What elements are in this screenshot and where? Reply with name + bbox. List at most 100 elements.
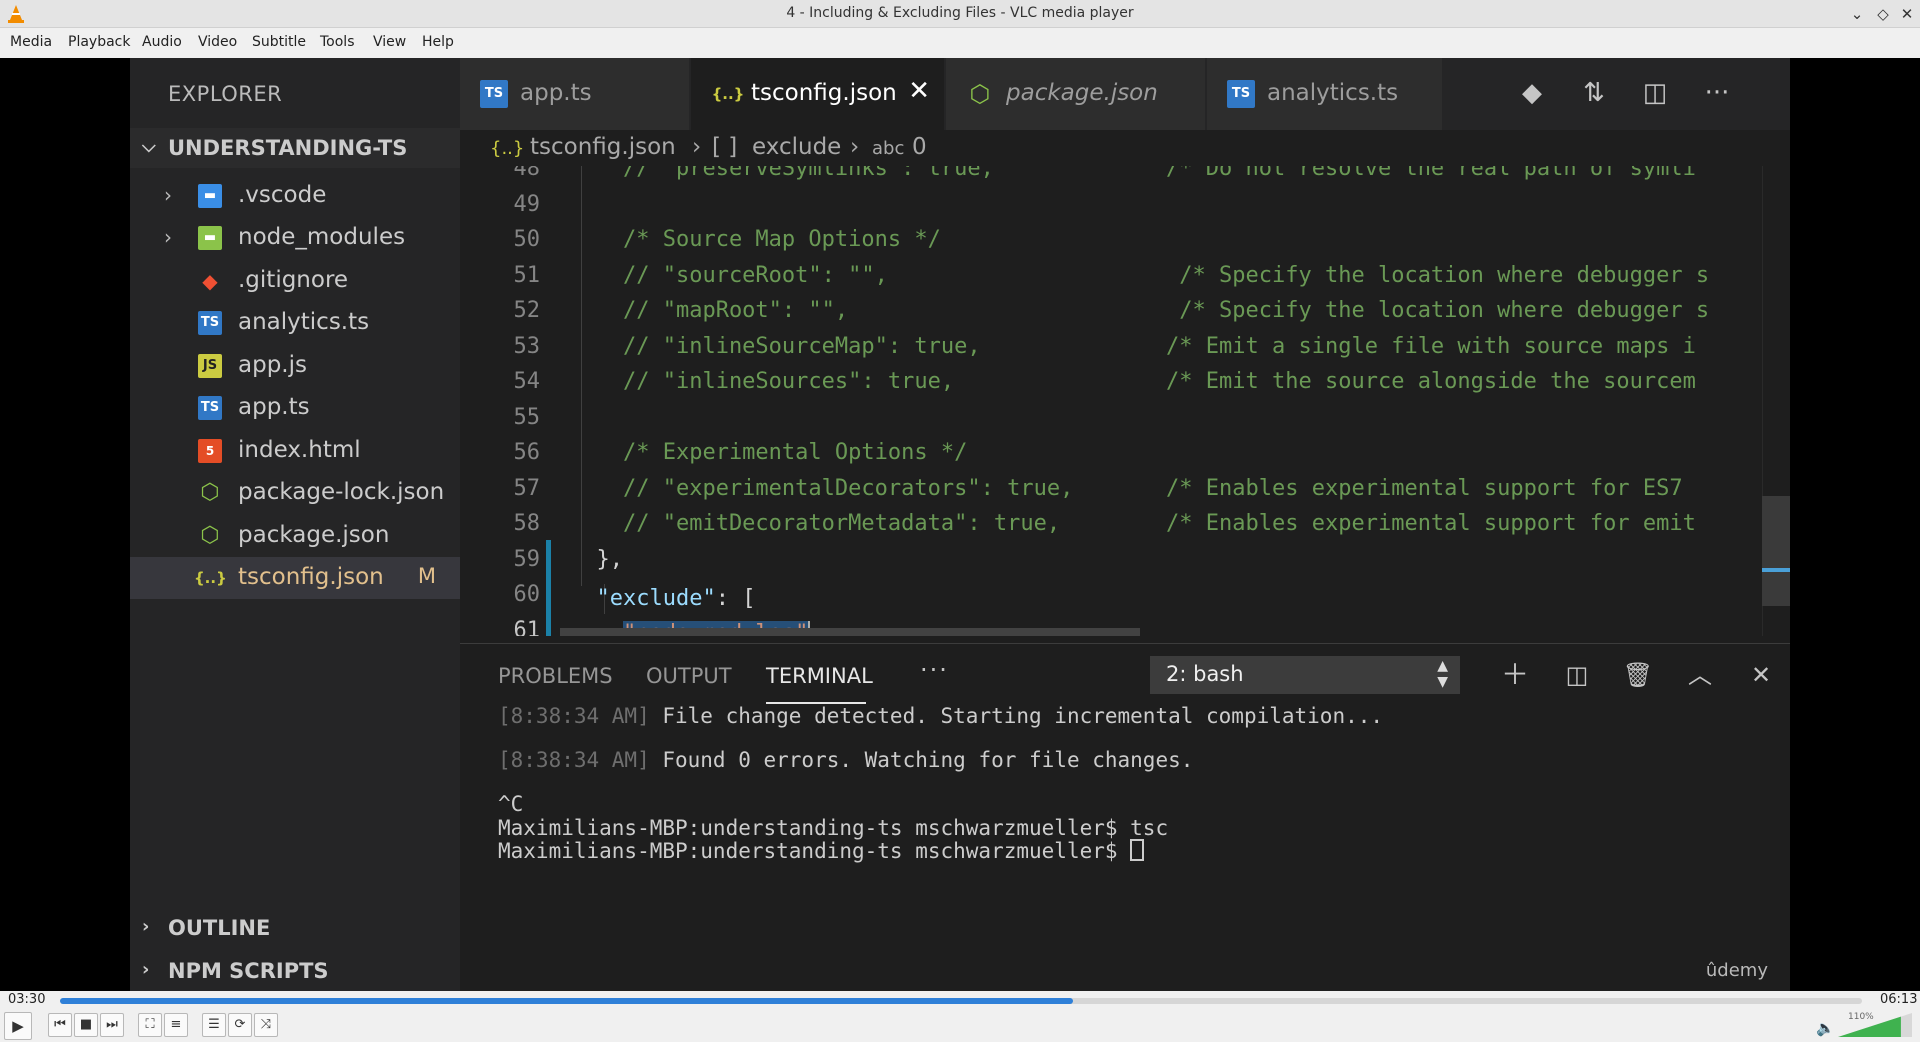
terminal-line: ^C (498, 792, 523, 816)
vertical-scrollbar[interactable] (1762, 166, 1790, 636)
open-changes-icon[interactable]: ⇅ (1577, 76, 1611, 110)
seek-slider[interactable] (60, 998, 1862, 1004)
next-button[interactable]: ⏭ (100, 1013, 124, 1037)
tree-file-tsconfig-json[interactable]: {..} tsconfig.json M (130, 557, 460, 599)
tree-file-index-html[interactable]: 5 index.html (130, 430, 460, 472)
tab-label: package.json (1006, 80, 1158, 106)
terminal-select[interactable]: 2: bash ▲ ▼ (1150, 656, 1460, 694)
code-editor[interactable]: 48 // "preserveSymlinks": true, /* Do no… (460, 166, 1790, 636)
maximize-icon[interactable]: ◇ (1872, 3, 1894, 25)
elapsed-time: 03:30 (8, 992, 46, 1007)
tree-item-label: node_modules (238, 224, 406, 250)
breadcrumb-section[interactable]: exclude (752, 134, 841, 160)
shuffle-button[interactable]: ⤨ (254, 1013, 278, 1037)
tab-app-ts[interactable]: TS app.ts (460, 58, 690, 130)
vlc-seek-bar: 03:30 06:13 (0, 991, 1920, 1009)
split-editor-icon[interactable]: ◫ (1638, 76, 1672, 110)
new-terminal-icon[interactable]: ＋ (1496, 656, 1534, 694)
breadcrumb: {..} tsconfig.json › [ ] exclude › abc 0 (460, 130, 1790, 166)
vscode-window: EXPLORER ⌵ UNDERSTANDING-TS › ▬ .vscode … (130, 58, 1790, 991)
menu-view[interactable]: View (373, 34, 406, 50)
tree-file-package-json[interactable]: ⬡ package.json (130, 515, 460, 557)
tab-package-json[interactable]: ⬡ package.json (946, 58, 1206, 130)
menu-audio[interactable]: Audio (142, 34, 182, 50)
string-icon: abc (872, 138, 905, 159)
html-file-icon: 5 (198, 439, 222, 463)
line-number: 61 (513, 617, 541, 637)
tree-file-app-ts[interactable]: TS app.ts (130, 387, 460, 429)
scroll-marker (1762, 568, 1790, 572)
scroll-thumb[interactable] (1762, 496, 1790, 606)
tab-label: analytics.ts (1267, 80, 1399, 106)
previous-button[interactable]: ⏮ (48, 1013, 72, 1037)
tab-problems[interactable]: PROBLEMS (498, 664, 613, 688)
tree-item-label: .vscode (238, 182, 327, 208)
tree-file-package-lock-json[interactable]: ⬡ package-lock.json (130, 472, 460, 514)
git-icon: ◆ (202, 269, 218, 293)
tab-tsconfig-json[interactable]: {..} tsconfig.json ✕ (691, 58, 945, 130)
tree-folder-node-modules[interactable]: › ▬ node_modules (130, 217, 460, 259)
git-modified-gutter (546, 540, 551, 636)
play-button[interactable]: ▶ (4, 1012, 32, 1040)
breadcrumb-item[interactable]: 0 (912, 134, 927, 160)
chevron-right-icon: › (164, 183, 172, 207)
outline-section-header[interactable]: › OUTLINE (130, 908, 460, 948)
line-number: 57 (513, 475, 541, 501)
close-window-icon[interactable]: ✕ (1896, 3, 1918, 25)
close-tab-icon[interactable]: ✕ (908, 76, 930, 106)
fullscreen-button[interactable]: ⛶ (138, 1013, 162, 1037)
tab-analytics-ts[interactable]: TS analytics.ts (1207, 58, 1443, 130)
more-icon[interactable]: ··· (920, 656, 949, 684)
minimize-icon[interactable]: ⌄ (1846, 3, 1868, 25)
terminal-cursor (1130, 839, 1145, 861)
terminal-line: [8:38:34 AM] File change detected. Start… (498, 704, 1383, 728)
terminal-text: Maximilians-MBP:understanding-ts mschwar… (498, 816, 1169, 840)
tab-terminal[interactable]: TERMINAL (766, 664, 873, 688)
tree-file-app-js[interactable]: JS app.js (130, 345, 460, 387)
vlc-menu-bar: Media Playback Audio Video Subtitle Tool… (0, 28, 1920, 58)
udemy-watermark: ûdemy (1705, 960, 1768, 981)
line-number: 51 (513, 262, 541, 288)
exclude-bracket: : [ (715, 586, 756, 611)
exclude-key: "exclude" (596, 586, 716, 611)
maximize-panel-icon[interactable]: ︿ (1681, 656, 1719, 694)
menu-help[interactable]: Help (422, 34, 454, 50)
tree-file-analytics-ts[interactable]: TS analytics.ts (130, 302, 460, 344)
chevron-down-icon: ⌵ (142, 136, 156, 157)
tree-folder-vscode[interactable]: › ▬ .vscode (130, 175, 460, 217)
close-panel-icon[interactable]: ✕ (1742, 656, 1780, 694)
chevron-right-icon: › (142, 916, 150, 937)
trash-icon[interactable]: 🗑 (1619, 656, 1657, 694)
code-line-57: // "experimentalDecorators": true, /* En… (570, 475, 1683, 501)
tab-label: tsconfig.json (751, 80, 897, 106)
playlist-button[interactable]: ☰ (202, 1013, 226, 1037)
code-line-54: // "inlineSources": true, /* Emit the so… (570, 369, 1696, 394)
more-actions-icon[interactable]: ··· (1700, 76, 1734, 110)
split-terminal-icon[interactable]: ◫ (1558, 656, 1596, 694)
menu-video[interactable]: Video (198, 34, 237, 50)
tree-item-label: tsconfig.json (238, 564, 384, 590)
menu-tools[interactable]: Tools (320, 34, 355, 50)
terminal-text: File change detected. Starting increment… (649, 704, 1384, 728)
menu-subtitle[interactable]: Subtitle (252, 34, 306, 50)
vlc-controls: ▶ ⏮ ■ ⏭ ⛶ ≡ ☰ ⟳ ⤨ 🔈 110% (0, 1009, 1920, 1042)
extended-settings-button[interactable]: ≡ (164, 1013, 188, 1037)
tree-file-gitignore[interactable]: ◆ .gitignore (130, 260, 460, 302)
horizontal-scrollbar[interactable] (560, 628, 1140, 636)
chevron-right-icon: › (692, 134, 702, 160)
npm-scripts-section-header[interactable]: › NPM SCRIPTS (130, 951, 460, 991)
menu-media[interactable]: Media (10, 34, 52, 50)
editor-tabs: TS app.ts {..} tsconfig.json ✕ ⬡ package… (460, 58, 1790, 130)
project-section-header[interactable]: ⌵ UNDERSTANDING-TS (130, 128, 460, 168)
loop-button[interactable]: ⟳ (228, 1013, 252, 1037)
breadcrumb-file[interactable]: tsconfig.json (530, 134, 676, 160)
terminal-text: Found 0 errors. Watching for file change… (649, 748, 1194, 772)
video-area[interactable]: EXPLORER ⌵ UNDERSTANDING-TS › ▬ .vscode … (0, 58, 1920, 991)
git-compare-icon[interactable]: ◆ (1515, 76, 1549, 110)
bottom-panel: PROBLEMS OUTPUT TERMINAL ··· 2: bash ▲ ▼ … (460, 643, 1790, 991)
menu-playback[interactable]: Playback (68, 34, 130, 50)
code-line-60: "exclude": [ (570, 586, 756, 611)
stop-button[interactable]: ■ (74, 1013, 98, 1037)
tree-item-label: package.json (238, 522, 390, 548)
tab-output[interactable]: OUTPUT (646, 664, 732, 688)
